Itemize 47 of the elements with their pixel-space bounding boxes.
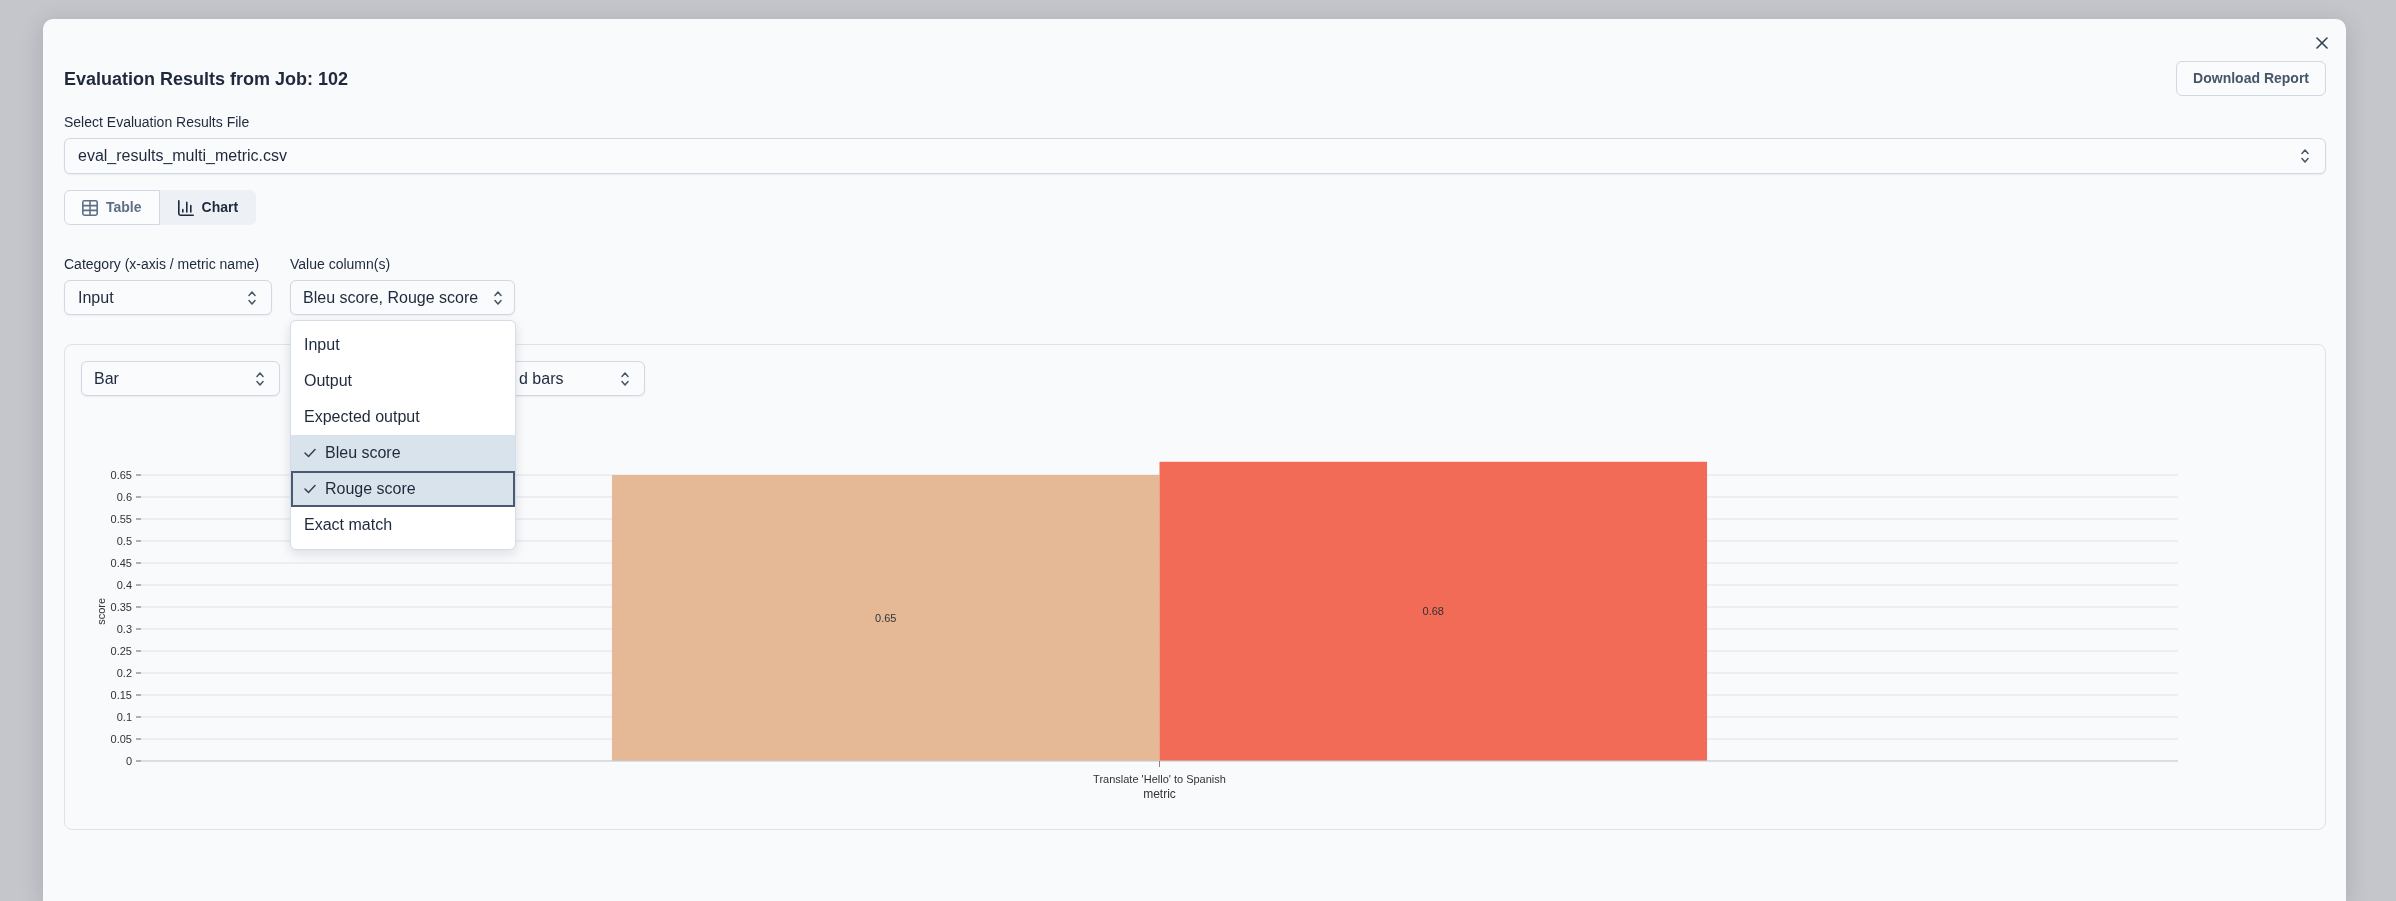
- axis-tick-label: 0.3: [116, 623, 132, 635]
- close-button[interactable]: [2316, 37, 2328, 49]
- axis-tick-label: 0.55: [110, 513, 132, 525]
- view-tab[interactable]: Chart: [159, 190, 257, 225]
- chevrons-up-down-icon: [2301, 148, 2309, 164]
- chevrons-up-down-icon: [621, 370, 629, 387]
- field-label: Value column(s): [290, 255, 392, 274]
- axis-tick-label: 0.6: [116, 491, 132, 503]
- download-report-button[interactable]: Download Report: [2176, 61, 2326, 96]
- dropdown-option[interactable]: Expected output: [291, 399, 515, 435]
- axis-tick-label: 0.45: [110, 557, 132, 569]
- axis-tick-label: 0.05: [110, 733, 132, 745]
- check-icon: [304, 448, 316, 458]
- axis-tick-label: 0.1: [116, 711, 132, 723]
- axis-tick-label: 0.35: [110, 601, 132, 613]
- select-field[interactable]: eval_results_multi_metric.csv: [64, 138, 2326, 174]
- view-tab[interactable]: Table: [64, 190, 160, 225]
- select-field[interactable]: Input: [64, 280, 272, 315]
- chevrons-up-down-icon: [494, 289, 502, 306]
- axis-tick-label: 0.25: [110, 645, 132, 657]
- dropdown-option[interactable]: Output: [291, 363, 515, 399]
- axis-tick-label: Translate 'Hello' to Spanish: [1093, 773, 1226, 785]
- chevrons-up-down-icon: [248, 289, 256, 306]
- dialog-title: Evaluation Results from Job: 102: [64, 67, 349, 91]
- dropdown-option[interactable]: Exact match: [291, 507, 515, 543]
- axis-title: score: [94, 597, 107, 625]
- axis-tick-label: 0.65: [110, 469, 132, 481]
- field-label: Category (x-axis / metric name): [64, 255, 261, 274]
- chevrons-up-down-icon: [256, 370, 264, 387]
- axis-tick-label: 0.15: [110, 689, 132, 701]
- dropdown-option[interactable]: Rouge score: [291, 471, 515, 507]
- data-label: 0.68: [1422, 605, 1444, 618]
- select-field[interactable]: Bar: [81, 361, 280, 396]
- dropdown-option[interactable]: Bleu score: [291, 435, 515, 471]
- check-icon: [304, 484, 316, 494]
- axis-tick-label: 0.5: [116, 535, 132, 547]
- select-field[interactable]: Bleu score, Rouge score: [290, 280, 515, 315]
- axis-tick-label: 0.2: [116, 667, 132, 679]
- axis-title: metric: [1143, 787, 1176, 801]
- close-icon: [2316, 37, 2328, 49]
- data-label: 0.65: [875, 612, 897, 624]
- axis-tick-label: 0: [125, 755, 132, 767]
- bar-chart-icon: [177, 199, 194, 216]
- axis-tick-label: 0.4: [116, 579, 132, 591]
- table-icon: [82, 199, 98, 216]
- dropdown-option[interactable]: Input: [291, 327, 515, 363]
- field-label: Select Evaluation Results File: [64, 113, 251, 132]
